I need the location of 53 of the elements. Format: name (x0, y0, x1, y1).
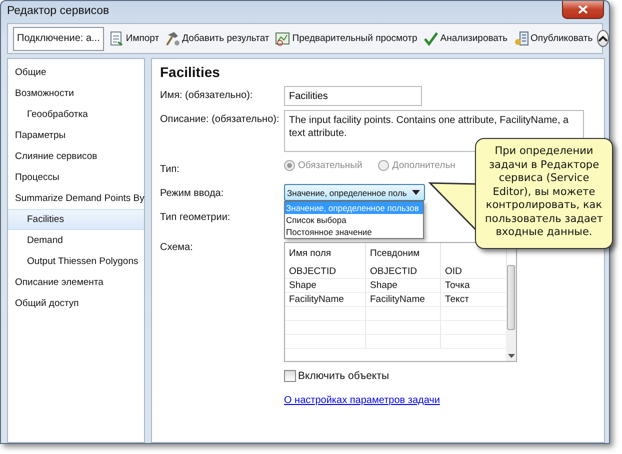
collapse-button[interactable] (596, 30, 609, 47)
connection-field[interactable]: Подключение: а... (13, 26, 104, 50)
field-label: Тип: (160, 163, 180, 177)
toolbar-button[interactable]: Добавить результат (163, 31, 272, 46)
table-cell: FacilityName (366, 293, 441, 307)
table-cell: Shape (285, 279, 366, 293)
document-icon (108, 31, 124, 46)
checkbox[interactable] (284, 370, 296, 382)
close-icon (578, 5, 588, 14)
sidebar-item[interactable]: Output Thiessen Polygons (8, 251, 144, 272)
checkbox-label[interactable]: Включить объекты (298, 370, 389, 382)
field-label: Описание: (обязательно): (160, 113, 280, 127)
field-label: Схема: (160, 241, 194, 255)
toolbar-button[interactable]: Предварительный просмотр (273, 31, 420, 46)
window-title: Редактор сервисов (7, 5, 110, 17)
hammer-icon (165, 31, 180, 46)
scroll-thumb[interactable] (507, 265, 515, 330)
chevron-up-icon (598, 35, 608, 42)
sidebar-item[interactable]: Общие (8, 62, 144, 83)
sidebar-item[interactable]: Возможности (8, 83, 144, 104)
table-cell: OBJECTID (285, 265, 366, 279)
section-heading: Facilities (160, 64, 221, 80)
sidebar-item[interactable]: Геообработка (8, 104, 144, 125)
name-field[interactable]: Facilities (284, 86, 422, 106)
scroll-down-icon (508, 354, 514, 358)
caret-icon (412, 190, 420, 195)
sidebar-item[interactable]: Общий доступ (8, 293, 144, 314)
toolbar-button[interactable]: Анализировать (421, 31, 510, 46)
toolbar-button[interactable]: Опубликовать (512, 31, 595, 46)
table-cell: Shape (366, 279, 441, 293)
field-label: Режим ввода: (160, 187, 225, 201)
sidebar-item[interactable]: Слияние сервисов (8, 146, 144, 167)
server-icon (514, 31, 529, 46)
sidebar-item[interactable]: Параметры (8, 125, 144, 146)
sidebar-item[interactable]: Процессы (8, 167, 144, 188)
table-cell: FacilityName (285, 293, 366, 307)
help-link[interactable]: О настройках параметров задачи (284, 395, 440, 406)
scrollbar[interactable] (506, 265, 516, 361)
field-label: Тип геометрии: (160, 211, 232, 225)
input-mode-dropdown[interactable]: Значение, определенное поль (284, 184, 425, 201)
sidebar-item[interactable]: Описание элемента (8, 272, 144, 293)
sidebar-item[interactable]: Facilities (8, 209, 144, 230)
field-label: Имя: (обязательно): (160, 89, 254, 103)
toolbar-button[interactable]: Импорт (106, 31, 162, 46)
dropdown-option[interactable]: Постоянное значение (285, 226, 423, 238)
callout-box: При определении задачи в Редакторе сервиса (Service Editor), вы можете контролировать, как пользователь задает входные данные. (475, 138, 613, 248)
sidebar-item[interactable]: Demand (8, 230, 144, 251)
preview-icon (275, 31, 290, 46)
dropdown-option[interactable]: Список выбора (285, 214, 423, 226)
table-cell: OBJECTID (366, 265, 441, 279)
check-icon (423, 31, 438, 46)
sidebar-item[interactable]: Summarize Demand Points By (8, 188, 144, 209)
close-button[interactable] (562, 1, 604, 19)
